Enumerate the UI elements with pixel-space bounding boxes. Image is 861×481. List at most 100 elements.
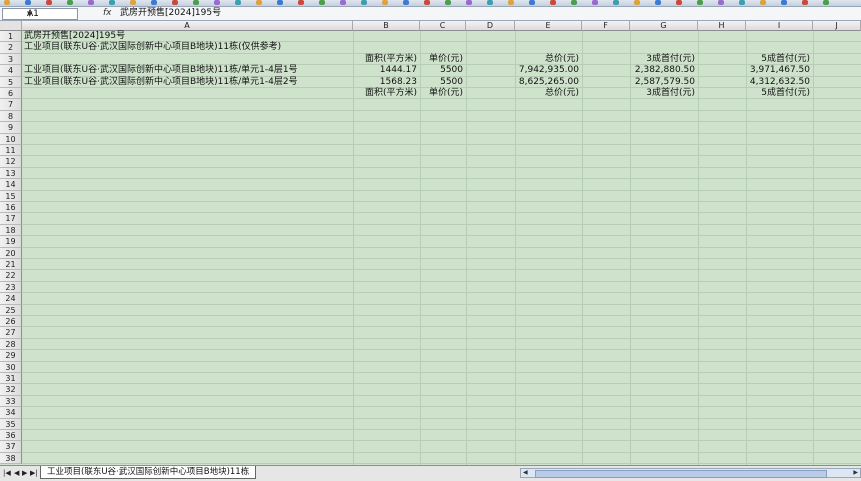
cell-g5[interactable]: 2,587,579.50 xyxy=(630,77,695,88)
row-header-20[interactable]: 20 xyxy=(0,247,22,259)
toolbar-icon[interactable] xyxy=(340,0,346,5)
toolbar-icon[interactable] xyxy=(550,0,556,5)
cell-i3[interactable]: 5成首付(元) xyxy=(746,54,810,65)
toolbar-icon[interactable] xyxy=(445,0,451,5)
row-header-5[interactable]: 5 xyxy=(0,76,22,88)
row-header-28[interactable]: 28 xyxy=(0,338,22,351)
row-header-36[interactable]: 36 xyxy=(0,430,22,442)
toolbar-icon[interactable] xyxy=(487,0,493,5)
toolbar-icon[interactable] xyxy=(193,0,199,5)
toolbar-icon[interactable] xyxy=(613,0,619,5)
row-header-2[interactable]: 2 xyxy=(0,42,22,54)
row-header-8[interactable]: 8 xyxy=(0,110,22,123)
row-header-32[interactable]: 32 xyxy=(0,384,22,396)
toolbar-icon[interactable] xyxy=(67,0,73,5)
row-header-38[interactable]: 38 xyxy=(0,452,22,465)
toolbar-icon[interactable] xyxy=(46,0,52,5)
toolbar-icon[interactable] xyxy=(277,0,283,5)
column-header-h[interactable]: H xyxy=(698,21,746,31)
select-all-corner[interactable] xyxy=(0,21,22,31)
scroll-right-icon[interactable]: ▶ xyxy=(853,469,858,477)
toolbar-icon[interactable] xyxy=(571,0,577,5)
first-sheet-icon[interactable]: |◀ xyxy=(3,468,11,478)
toolbar-icon[interactable] xyxy=(25,0,31,5)
row-header-10[interactable]: 10 xyxy=(0,133,22,145)
toolbar-icon[interactable] xyxy=(508,0,514,5)
toolbar-icon[interactable] xyxy=(256,0,262,5)
toolbar-icon[interactable] xyxy=(697,0,703,5)
cell-e5[interactable]: 8,625,265.00 xyxy=(515,77,579,88)
row-header-13[interactable]: 13 xyxy=(0,167,22,180)
cell-b5[interactable]: 1568.23 xyxy=(353,77,417,88)
cell-e3[interactable]: 总价(元) xyxy=(515,54,579,65)
row-header-4[interactable]: 4 xyxy=(0,65,22,77)
row-header-35[interactable]: 35 xyxy=(0,418,22,430)
cell-c5[interactable]: 5500 xyxy=(420,77,463,88)
cell-g4[interactable]: 2,382,880.50 xyxy=(630,65,695,76)
cell-e6[interactable]: 总价(元) xyxy=(515,88,579,99)
row-header-3[interactable]: 3 xyxy=(0,53,22,66)
scroll-left-icon[interactable]: ◀ xyxy=(523,469,528,477)
cell-grid[interactable]: 武房开预售[2024]195号 工业项目(联东U谷·武汉国际创新中心项目B地块)1… xyxy=(22,31,861,465)
row-header-11[interactable]: 11 xyxy=(0,145,22,157)
cell-c3[interactable]: 单价(元) xyxy=(420,54,463,65)
row-header-27[interactable]: 27 xyxy=(0,327,22,339)
row-header-16[interactable]: 16 xyxy=(0,202,22,214)
row-header-18[interactable]: 18 xyxy=(0,224,22,237)
toolbar-icon[interactable] xyxy=(592,0,598,5)
cell-a1[interactable]: 武房开预售[2024]195号 xyxy=(24,31,125,42)
row-header-30[interactable]: 30 xyxy=(0,361,22,373)
toolbar-icon[interactable] xyxy=(382,0,388,5)
toolbar-icon[interactable] xyxy=(298,0,304,5)
toolbar-icon[interactable] xyxy=(130,0,136,5)
toolbar-icon[interactable] xyxy=(319,0,325,5)
toolbar-icon[interactable] xyxy=(151,0,157,5)
toolbar-icon[interactable] xyxy=(718,0,724,5)
prev-sheet-icon[interactable]: ◀ xyxy=(14,468,19,478)
row-header-6[interactable]: 6 xyxy=(0,88,22,100)
cell-a5[interactable]: 工业项目(联东U谷·武汉国际创新中心项目B地块)11栋/单元1-4层2号 xyxy=(24,77,298,88)
last-sheet-icon[interactable]: ▶| xyxy=(30,468,38,478)
toolbar-icon[interactable] xyxy=(214,0,220,5)
column-header-f[interactable]: F xyxy=(582,21,630,31)
row-header-33[interactable]: 33 xyxy=(0,395,22,408)
scrollbar-thumb[interactable] xyxy=(535,470,827,478)
cell-i6[interactable]: 5成首付(元) xyxy=(746,88,810,99)
toolbar-icon[interactable] xyxy=(529,0,535,5)
row-header-31[interactable]: 31 xyxy=(0,373,22,385)
column-header-d[interactable]: D xyxy=(466,21,515,31)
toolbar-icon[interactable] xyxy=(88,0,94,5)
cell-c6[interactable]: 单价(元) xyxy=(420,88,463,99)
cell-c4[interactable]: 5500 xyxy=(420,65,463,76)
column-header-e[interactable]: E xyxy=(515,21,582,31)
toolbar-icon[interactable] xyxy=(802,0,808,5)
row-header-19[interactable]: 19 xyxy=(0,236,22,248)
cell-e4[interactable]: 7,942,935.00 xyxy=(515,65,579,76)
row-header-34[interactable]: 34 xyxy=(0,407,22,419)
name-box[interactable]: A1 ▼ xyxy=(2,8,78,20)
toolbar-icon[interactable] xyxy=(235,0,241,5)
toolbar-icon[interactable] xyxy=(739,0,745,5)
cell-a2[interactable]: 工业项目(联东U谷·武汉国际创新中心项目B地块)11栋(仅供参考) xyxy=(24,42,281,53)
cell-g3[interactable]: 3成首付(元) xyxy=(630,54,695,65)
toolbar-icon[interactable] xyxy=(4,0,10,5)
toolbar-icon[interactable] xyxy=(403,0,409,5)
row-header-12[interactable]: 12 xyxy=(0,156,22,168)
row-header-29[interactable]: 29 xyxy=(0,350,22,362)
horizontal-scrollbar[interactable]: ◀ ▶ xyxy=(520,468,861,478)
row-header-9[interactable]: 9 xyxy=(0,122,22,134)
column-header-b[interactable]: B xyxy=(353,21,420,31)
column-header-c[interactable]: C xyxy=(420,21,466,31)
cell-b4[interactable]: 1444.17 xyxy=(353,65,417,76)
column-header-a[interactable]: A xyxy=(22,21,353,31)
next-sheet-icon[interactable]: ▶ xyxy=(22,468,27,478)
cell-i5[interactable]: 4,312,632.50 xyxy=(746,77,810,88)
toolbar-icon[interactable] xyxy=(760,0,766,5)
row-header-7[interactable]: 7 xyxy=(0,99,22,111)
row-header-17[interactable]: 17 xyxy=(0,213,22,225)
chevron-down-icon[interactable]: ▼ xyxy=(27,9,75,19)
cell-b6[interactable]: 面积(平方米) xyxy=(353,88,417,99)
toolbar-icon[interactable] xyxy=(781,0,787,5)
toolbar-icon[interactable] xyxy=(424,0,430,5)
row-header-24[interactable]: 24 xyxy=(0,293,22,305)
